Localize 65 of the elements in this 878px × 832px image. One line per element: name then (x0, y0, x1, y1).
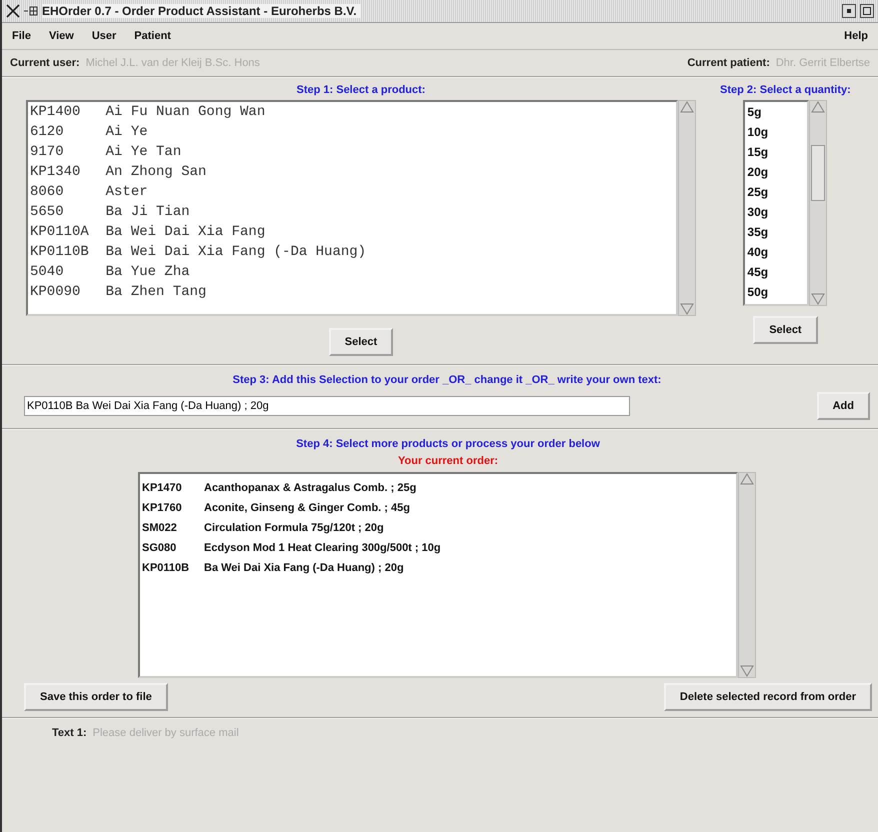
select-product-button[interactable]: Select (328, 328, 394, 356)
scrollbar[interactable] (738, 472, 756, 678)
scroll-up-icon[interactable] (740, 473, 754, 485)
step-title: Step 1: Select a product: (296, 84, 426, 96)
menu-item[interactable]: Help (844, 30, 868, 42)
step-title: Step 2: Select a quantity: (720, 84, 851, 96)
add-button[interactable]: Add (816, 392, 870, 420)
product-item[interactable]: 6120 Ai Ye (28, 122, 676, 142)
product-item[interactable]: KP1340 An Zhong San (28, 162, 676, 182)
maximize-button[interactable] (860, 4, 874, 18)
save-order-button[interactable]: Save this order to file (24, 683, 168, 711)
user-value: Michel J.L. van der Kleij B.Sc. Hons (86, 57, 260, 69)
order-item[interactable]: KP1470 Acanthopanax & Astragalus Comb. ; 25g (140, 478, 736, 498)
scroll-down-icon[interactable] (811, 293, 826, 305)
scroll-up-icon[interactable] (680, 101, 694, 113)
patient-label: Current patient: (687, 57, 770, 69)
product-item[interactable]: KP0110A Ba Wei Dai Xia Fang (28, 222, 676, 242)
product-item[interactable]: KP0110B Ba Wei Dai Xia Fang (-Da Huang) (28, 242, 676, 262)
scroll-up-icon[interactable] (811, 101, 826, 113)
menu-item[interactable]: Patient (134, 30, 171, 42)
quantity-item[interactable]: 25g (745, 182, 808, 202)
quantity-item[interactable]: 40g (745, 242, 808, 262)
quantity-item[interactable]: 15g (745, 142, 808, 162)
quantity-item[interactable]: 10g (745, 122, 808, 142)
product-item[interactable]: 5040 Ba Yue Zha (28, 262, 676, 282)
user-label: Current user: (10, 57, 80, 69)
text-value: Please deliver by surface mail (92, 727, 239, 739)
product-item[interactable]: KP1400 Ai Fu Nuan Gong Wan (28, 102, 676, 122)
quantity-list[interactable]: 5g 10g 15g 20g 25g 30g 35g 40g 45g 50g (743, 100, 810, 306)
quantity-item[interactable]: 30g (745, 202, 808, 222)
quantity-item[interactable]: 50g (745, 282, 808, 302)
minimize-button[interactable] (842, 4, 856, 18)
select-quantity-button[interactable]: Select (753, 316, 818, 344)
order-item[interactable]: KP0110B Ba Wei Dai Xia Fang (-Da Huang) ; 20g (140, 558, 736, 578)
menu-item[interactable]: User (92, 30, 116, 42)
patient-value: Dhr. Gerrit Elbertse (776, 57, 870, 69)
scroll-down-icon[interactable] (680, 303, 694, 315)
delete-record-button[interactable]: Delete selected record from order (664, 683, 872, 711)
window-menu-icon[interactable] (24, 6, 38, 16)
order-item[interactable]: KP1760 Aconite, Ginseng & Ginger Comb. ; 45g (140, 498, 736, 518)
product-item[interactable]: KP0090 Ba Zhen Tang (28, 282, 676, 302)
text-label: Text 1: (52, 727, 87, 739)
order-subtitle: Your current order: (396, 455, 500, 467)
quantity-item[interactable]: 5g (745, 102, 808, 122)
menu-item[interactable]: File (12, 30, 31, 42)
scroll-thumb[interactable] (811, 145, 826, 201)
scroll-down-icon[interactable] (740, 665, 754, 677)
step-title: Step 4: Select more products or process your order below (295, 438, 601, 450)
scrollbar[interactable] (678, 100, 696, 316)
product-item[interactable]: 9170 Ai Ye Tan (28, 142, 676, 162)
order-item[interactable]: SM022 Circulation Formula 75g/120t ; 20g (140, 518, 736, 538)
order-item[interactable]: SG080 Ecdyson Mod 1 Heat Clearing 300g/500t ; 10g (140, 538, 736, 558)
product-list[interactable] (26, 100, 678, 316)
menu-item[interactable]: View (48, 30, 74, 42)
window-title: EHOrder 0.7 - Order Product Assistant - Euroherbs B.V. (42, 4, 361, 18)
quantity-item[interactable]: 35g (745, 222, 808, 242)
selection-input[interactable]: KP0110B Ba Wei Dai Xia Fang (-Da Huang) ; 20g (24, 396, 630, 416)
product-item[interactable]: 8060 Aster (28, 182, 676, 202)
order-list[interactable] (138, 472, 738, 678)
product-item[interactable]: 5650 Ba Ji Tian (28, 202, 676, 222)
x-logo-icon (6, 4, 20, 18)
quantity-item[interactable]: 45g (745, 262, 808, 282)
scrollbar[interactable] (809, 100, 828, 306)
step-title: Step 3: Add this Selection to your order _OR_ change it _OR_ write your own text: (232, 374, 662, 386)
quantity-item[interactable]: 20g (745, 162, 808, 182)
